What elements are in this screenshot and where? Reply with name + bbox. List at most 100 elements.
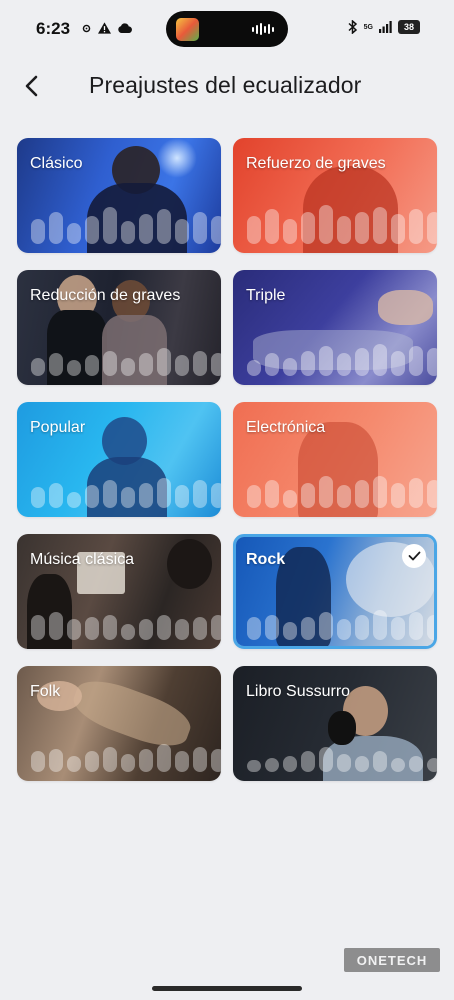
eq-bar [67,619,81,640]
audio-wave-icon [252,23,274,35]
eq-bar [355,756,369,772]
watermark-logo: ONETECH [344,948,440,972]
eq-bar [409,209,423,244]
eq-bar [49,483,63,508]
eq-bar [391,214,405,244]
eq-bar [283,756,297,772]
eq-bar [319,205,333,244]
battery-indicator: 38 [398,20,420,34]
eq-bar [427,758,437,772]
eq-bar [373,344,387,376]
eq-bar [175,355,189,376]
eq-bar [103,207,117,244]
eq-bar [193,480,207,508]
eq-bar [319,747,333,772]
eq-bars [247,610,434,640]
eq-bar [427,615,434,640]
preset-card-triple[interactable]: Triple [233,270,437,385]
eq-bar [409,478,423,508]
eq-bar [139,619,153,640]
eq-bar [67,360,81,376]
status-icons-left [82,22,132,34]
eq-bar [103,480,117,508]
eq-bar [319,476,333,508]
eq-bar [301,351,315,376]
eq-bar [67,492,81,508]
eq-bar [247,216,261,244]
eq-bar [265,615,279,640]
cloud-icon [118,23,132,33]
eq-bar [247,760,261,772]
eq-bar [67,756,81,772]
preset-card-clasico[interactable]: Clásico [17,138,221,253]
eq-bar [175,219,189,244]
preset-card-rock[interactable]: Rock [233,534,437,649]
eq-bar [157,348,171,376]
eq-bar [355,212,369,244]
eq-bar [175,619,189,640]
warning-icon [98,22,111,34]
preset-card-musica-clasica[interactable]: Música clásica [17,534,221,649]
eq-bar [283,358,297,376]
eq-bar [157,209,171,244]
eq-bar [319,612,333,640]
preset-label: Reducción de graves [30,287,181,304]
back-button[interactable] [18,72,46,100]
eq-bar [301,751,315,772]
preset-card-libro-sussurro[interactable]: Libro Sussurro [233,666,437,781]
preset-card-popular[interactable]: Popular [17,402,221,517]
preset-card-electronica[interactable]: Electrónica [233,402,437,517]
eq-bar [337,485,351,508]
preset-label: Popular [30,419,86,436]
eq-bar [301,212,315,244]
eq-bars [31,478,221,508]
eq-bar [49,612,63,640]
status-icons-right: 5G 38 [348,20,420,34]
eq-bars [247,205,437,244]
eq-bar [85,216,99,244]
dynamic-island[interactable] [166,11,288,47]
eq-bars [31,207,221,244]
eq-bar [427,348,437,376]
eq-bar [49,749,63,772]
eq-bar [139,749,153,772]
eq-bar [391,483,405,508]
eq-bar [283,219,297,244]
eq-bar [139,353,153,376]
eq-bar [337,216,351,244]
preset-label: Refuerzo de graves [246,155,386,172]
eq-bar [85,751,99,772]
eq-bars [31,744,221,772]
eq-bar [265,480,279,508]
home-indicator[interactable] [152,986,302,991]
network-type: 5G [363,23,373,31]
preset-label: Libro Sussurro [246,683,351,700]
eq-bar [49,353,63,376]
preset-card-reduccion-de-graves[interactable]: Reducción de graves [17,270,221,385]
eq-bar [175,485,189,508]
eq-bar [31,487,45,508]
eq-bar [319,346,333,376]
eq-bar [139,214,153,244]
eq-bar [139,483,153,508]
eq-bar [211,615,221,640]
eq-bar [121,624,135,640]
eq-bar [373,610,387,640]
eq-bar [355,615,369,640]
preset-card-refuerzo-de-graves[interactable]: Refuerzo de graves [233,138,437,253]
eq-bar [409,612,423,640]
eq-bar [31,358,45,376]
eq-bar [247,617,261,640]
eq-bar [103,747,117,772]
eq-bar [85,617,99,640]
eq-bar [121,754,135,772]
eq-bar [373,207,387,244]
eq-bar [265,209,279,244]
eq-bar [301,617,315,640]
eq-bar [337,353,351,376]
selected-check-icon [402,544,426,568]
preset-label: Música clásica [30,551,135,568]
eq-bar [247,360,261,376]
eq-bar [211,216,221,244]
preset-card-folk[interactable]: Folk [17,666,221,781]
